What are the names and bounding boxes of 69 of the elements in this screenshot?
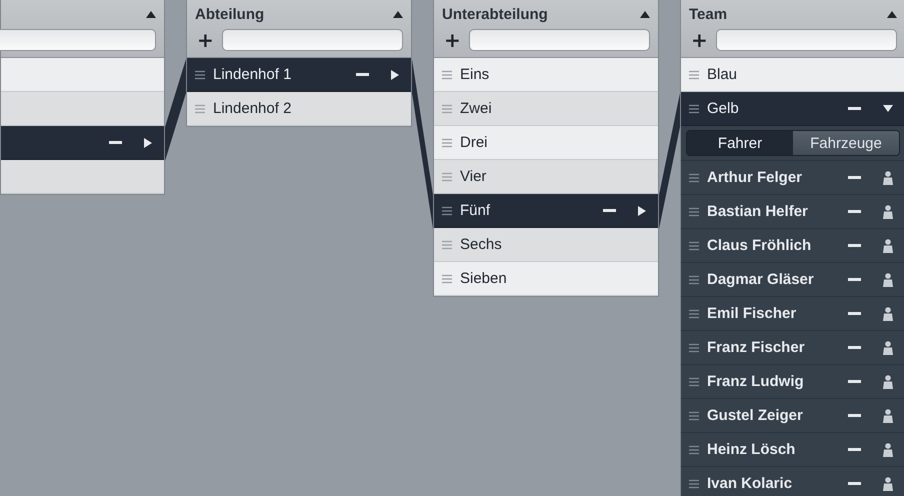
collapse-icon[interactable]	[640, 10, 650, 18]
caret-right-icon[interactable]	[144, 138, 152, 148]
member-row[interactable]: Heinz Lösch	[681, 432, 904, 466]
list-item[interactable]: Vier	[434, 160, 658, 194]
drag-handle-icon[interactable]	[689, 172, 699, 182]
column-title: Abteilung	[195, 6, 264, 22]
member-row[interactable]: Emil Fischer	[681, 296, 904, 330]
drag-handle-icon[interactable]	[689, 206, 699, 216]
member-row[interactable]: Ivan Kolaric	[681, 466, 904, 496]
drag-handle-icon[interactable]	[195, 70, 205, 80]
column-title: Team	[689, 6, 728, 22]
drag-handle-icon[interactable]	[689, 274, 699, 284]
list-item[interactable]: Drei	[434, 126, 658, 160]
person-icon[interactable]	[883, 170, 893, 184]
drag-handle-icon[interactable]	[442, 172, 452, 182]
input-field[interactable]	[0, 29, 156, 51]
drag-handle-icon[interactable]	[689, 444, 699, 454]
drag-handle-icon[interactable]	[689, 376, 699, 386]
drag-handle-icon[interactable]	[442, 206, 452, 216]
collapse-icon[interactable]	[887, 10, 897, 18]
member-row[interactable]: Gustel Zeiger	[681, 398, 904, 432]
person-icon[interactable]	[883, 374, 893, 388]
person-icon[interactable]	[883, 204, 893, 218]
add-button[interactable]: +	[195, 30, 216, 50]
collapse-icon[interactable]	[393, 10, 403, 18]
input-field[interactable]	[468, 29, 650, 51]
member-row[interactable]: Claus Fröhlich	[681, 228, 904, 262]
drag-handle-icon[interactable]	[442, 70, 452, 80]
list-item[interactable]: Sechs	[434, 228, 658, 262]
tab[interactable]: Fahrer	[687, 131, 793, 155]
drag-handle-icon[interactable]	[442, 274, 452, 284]
list-item[interactable]: Eins	[434, 58, 658, 92]
drag-handle-icon[interactable]	[689, 308, 699, 318]
caret-right-icon[interactable]	[638, 206, 646, 216]
drag-handle-icon[interactable]	[689, 478, 699, 488]
list-item[interactable]: Sieben	[434, 262, 658, 296]
caret-right-icon[interactable]	[391, 70, 399, 80]
input-field[interactable]	[716, 29, 897, 51]
drag-handle-icon[interactable]	[442, 138, 452, 148]
person-icon[interactable]	[883, 272, 893, 286]
tab[interactable]: Fahrzeuge	[793, 131, 899, 155]
list-item[interactable]: Zwei	[434, 92, 658, 126]
drag-handle-icon[interactable]	[195, 104, 205, 114]
drag-handle-icon[interactable]	[689, 410, 699, 420]
person-icon[interactable]	[883, 238, 893, 252]
list-item[interactable]: Blau	[681, 58, 904, 92]
add-button[interactable]: +	[689, 30, 710, 50]
member-row[interactable]: Franz Fischer	[681, 330, 904, 364]
member-row[interactable]: Dagmar Gläser	[681, 262, 904, 296]
list-item[interactable]: Lindenhof 2	[187, 92, 411, 126]
caret-down-icon[interactable]	[883, 105, 893, 112]
person-icon[interactable]	[883, 306, 893, 320]
drag-handle-icon[interactable]	[689, 70, 699, 80]
person-icon[interactable]	[883, 476, 893, 490]
person-icon[interactable]	[883, 408, 893, 422]
drag-handle-icon[interactable]	[689, 104, 699, 114]
drag-handle-icon[interactable]	[689, 342, 699, 352]
member-row[interactable]: Franz Ludwig	[681, 364, 904, 398]
drag-handle-icon[interactable]	[689, 240, 699, 250]
drag-handle-icon[interactable]	[442, 104, 452, 114]
member-row[interactable]: Bastian Helfer	[681, 194, 904, 228]
add-button[interactable]: +	[442, 30, 463, 50]
member-row[interactable]: Arthur Felger	[681, 160, 904, 194]
input-field[interactable]	[222, 29, 403, 51]
person-icon[interactable]	[883, 340, 893, 354]
column-title: Unterabteilung	[442, 6, 548, 22]
drag-handle-icon[interactable]	[442, 240, 452, 250]
person-icon[interactable]	[883, 442, 893, 456]
collapse-icon[interactable]	[146, 10, 156, 18]
